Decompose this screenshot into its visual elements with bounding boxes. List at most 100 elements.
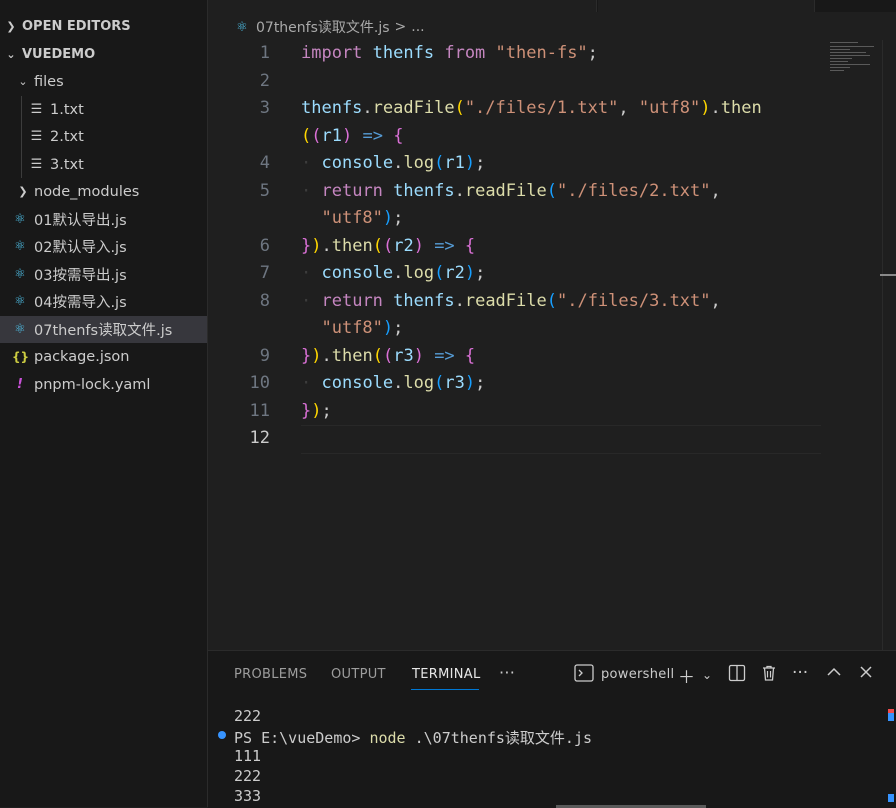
code-line: thenfs.readFile("./files/1.txt", "utf8")… — [301, 98, 762, 118]
react-icon: ⚛ — [14, 322, 26, 337]
code-line: · console.log(r3); — [301, 373, 486, 393]
tree-item-03[interactable]: ⚛ 03按需导出.js — [0, 261, 207, 288]
text-file-icon: ☰ — [30, 129, 43, 144]
tree-item-label: 3.txt — [50, 156, 84, 173]
tree-item-pnpm-lock[interactable]: ! pnpm-lock.yaml — [0, 371, 207, 398]
text-file-icon: ☰ — [30, 157, 43, 172]
code-line: ((r1) => { — [301, 126, 404, 146]
new-terminal-plus-icon[interactable]: ＋ — [678, 663, 695, 688]
command-decoration-dot[interactable] — [218, 731, 226, 739]
chevron-down-icon: ⌄ — [6, 48, 16, 61]
terminal-output-line: 222 — [234, 707, 262, 725]
tree-item-label: pnpm-lock.yaml — [34, 376, 151, 393]
tree-item-3-txt[interactable]: ☰ 3.txt — [0, 151, 207, 178]
active-tab-indicator — [411, 689, 479, 690]
tree-item-07-active[interactable]: ⚛ 07thenfs读取文件.js — [0, 316, 207, 343]
code-line: · console.log(r1); — [301, 153, 486, 173]
editor-tab[interactable] — [424, 0, 597, 12]
tree-item-label: 1.txt — [50, 101, 84, 118]
tree-item-label: 07thenfs读取文件.js — [34, 323, 173, 339]
line-number: 10 — [249, 373, 270, 393]
tab-problems[interactable]: PROBLEMS — [234, 667, 307, 682]
react-icon: ⚛ — [14, 212, 26, 227]
terminal-icon — [574, 664, 594, 687]
maximize-panel-icon[interactable] — [826, 664, 842, 685]
chevron-down-icon: ⌄ — [18, 75, 28, 88]
line-number: 2 — [259, 71, 270, 91]
line-number: 7 — [259, 263, 270, 283]
terminal-output-line: 111 — [234, 747, 262, 765]
code-line: "utf8"); — [321, 318, 404, 338]
project-label: VUEDEMO — [22, 47, 96, 62]
breadcrumb: ⚛ 07thenfs读取文件.js > ... — [208, 12, 896, 42]
tree-item-package-json[interactable]: {} package.json — [0, 343, 207, 370]
line-number: 5 — [259, 181, 270, 201]
breadcrumb-more[interactable]: ... — [411, 19, 424, 35]
tree-item-node-modules[interactable]: ❯ node_modules — [0, 178, 207, 205]
editor-tab-active[interactable] — [598, 0, 815, 12]
tree-item-1-txt[interactable]: ☰ 1.txt — [0, 96, 207, 123]
tree-item-2-txt[interactable]: ☰ 2.txt — [0, 123, 207, 150]
tab-terminal[interactable]: TERMINAL — [412, 667, 481, 682]
editor-tab[interactable] — [278, 0, 425, 12]
code-line: }).then((r2) => { — [301, 236, 476, 256]
more-tabs-button[interactable]: ··· — [499, 663, 515, 682]
trash-icon[interactable] — [760, 664, 778, 687]
code-line: "utf8"); — [321, 208, 404, 228]
editor-scrollbar[interactable] — [882, 40, 896, 650]
breadcrumb-file[interactable]: 07thenfs读取文件.js — [256, 17, 390, 37]
tree-item-label: 2.txt — [50, 128, 84, 145]
tree-item-01[interactable]: ⚛ 01默认导出.js — [0, 206, 207, 233]
line-number: 4 — [259, 153, 270, 173]
editor-tab[interactable] — [208, 0, 279, 12]
editor-tab-bar — [208, 0, 896, 12]
terminal-output-line: 222 — [234, 767, 262, 785]
line-number: 6 — [259, 236, 270, 256]
split-terminal-icon[interactable] — [728, 664, 746, 687]
terminal-output-line: 333 — [234, 787, 262, 805]
line-number: 3 — [259, 98, 270, 118]
tree-item-04[interactable]: ⚛ 04按需导入.js — [0, 288, 207, 315]
code-line: import thenfs from "then-fs"; — [301, 43, 598, 63]
chevron-down-icon[interactable]: ⌄ — [702, 668, 712, 682]
more-actions-icon[interactable]: ··· — [792, 663, 808, 683]
react-icon: ⚛ — [14, 294, 26, 309]
shell-name[interactable]: powershell — [601, 667, 674, 682]
terminal-command-line: PS E:\vueDemo> node .\07thenfs读取文件.js — [234, 727, 592, 748]
current-line-highlight — [301, 425, 821, 454]
open-editors-label: OPEN EDITORS — [22, 19, 131, 34]
tree-item-label: 04按需导入.js — [34, 295, 127, 311]
bottom-panel: PROBLEMS OUTPUT TERMINAL ··· powershell … — [208, 650, 896, 808]
scrollbar-cursor-marker — [880, 274, 896, 276]
tab-output[interactable]: OUTPUT — [331, 667, 386, 682]
project-section[interactable]: ⌄ VUEDEMO — [0, 41, 207, 68]
close-panel-icon[interactable] — [858, 664, 874, 685]
line-number: 11 — [249, 401, 270, 421]
json-braces-icon: {} — [12, 349, 30, 364]
yaml-exclamation-icon: ! — [17, 377, 23, 392]
terminal-scroll-marker — [888, 713, 894, 721]
tree-item-label: node_modules — [34, 183, 140, 200]
tree-item-files[interactable]: ⌄ files — [0, 68, 207, 95]
react-icon: ⚛ — [14, 267, 26, 282]
tree-item-02[interactable]: ⚛ 02默认导入.js — [0, 233, 207, 260]
tree-item-label: 02默认导入.js — [34, 240, 127, 256]
react-icon: ⚛ — [14, 239, 26, 254]
open-editors-section[interactable]: ❯ OPEN EDITORS — [0, 13, 207, 40]
tree-item-label: files — [34, 73, 64, 90]
terminal-args: .\07thenfs读取文件.js — [405, 729, 593, 747]
react-icon: ⚛ — [236, 19, 248, 35]
code-editor[interactable]: 1 2 3 4 5 6 7 8 9 10 11 12 import thenfs… — [208, 40, 896, 650]
code-line: }); — [301, 401, 332, 421]
terminal-scroll-marker — [888, 794, 894, 802]
tree-item-label: 03按需导出.js — [34, 268, 127, 284]
minimap[interactable] — [828, 40, 882, 100]
explorer-sidebar: ❯ OPEN EDITORS ⌄ VUEDEMO ⌄ files ☰ 1.txt… — [0, 0, 208, 807]
tree-item-label: 01默认导出.js — [34, 213, 127, 229]
breadcrumb-separator: > — [394, 19, 407, 35]
tree-item-label: package.json — [34, 348, 130, 365]
code-line: · return thenfs.readFile("./files/2.txt"… — [301, 181, 721, 201]
line-number: 8 — [259, 291, 270, 311]
chevron-right-icon: ❯ — [18, 185, 28, 198]
text-file-icon: ☰ — [30, 102, 43, 117]
